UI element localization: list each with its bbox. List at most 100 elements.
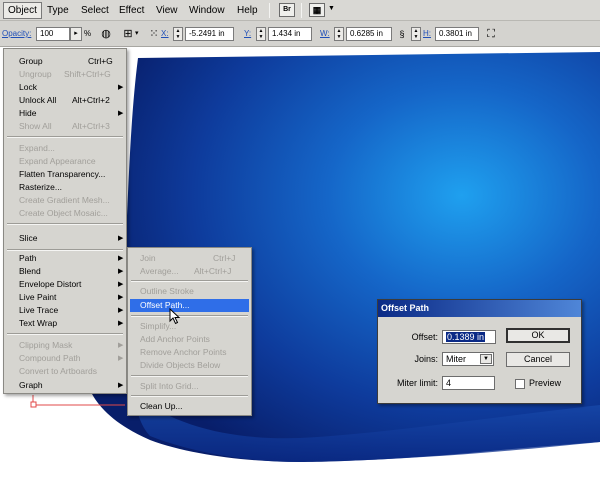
transform-reference-icon[interactable]: ⊞ [121,27,135,41]
offset-path-dialog: Offset Path Offset: 0.1389 in Joins: Mit… [377,299,582,404]
menu-separator [131,315,248,317]
menu-item-show-all[interactable]: Show All Alt+Ctrl+3 [4,120,126,133]
menu-item-simplify[interactable]: Simplify... [128,320,251,333]
menu-item-live-paint[interactable]: Live Paint ▶ [4,291,126,304]
ok-button[interactable]: OK [506,328,570,343]
opacity-input[interactable]: 100 [36,27,70,41]
opacity-label[interactable]: Opacity: [2,29,31,38]
menu-item-outline-stroke[interactable]: Outline Stroke [128,285,251,298]
menu-item-create-gradient-mesh[interactable]: Create Gradient Mesh... [4,194,126,207]
menu-item-compound-path[interactable]: Compound Path ▶ [4,352,126,365]
reference-point-icon[interactable]: ⁙ [147,27,161,41]
menu-separator [7,333,123,335]
menu-item-join[interactable]: Join Ctrl+J [128,252,251,265]
menu-item-label: Envelope Distort [19,279,82,289]
menu-item-label: Compound Path [19,353,81,363]
selection-handle[interactable] [30,401,37,408]
menu-type[interactable]: Type [43,2,73,19]
menu-item-remove-anchor-points[interactable]: Remove Anchor Points [128,346,251,359]
path-submenu: Join Ctrl+J Average... Alt+Ctrl+J Outline … [127,247,252,416]
menubar-separator [269,3,270,18]
opacity-dropdown-button[interactable]: ▸ [70,27,82,41]
arrange-documents-icon[interactable]: ▦ [309,3,325,17]
menu-item-offset-path[interactable]: Offset Path... [130,299,249,312]
menu-item-clean-up[interactable]: Clean Up... [128,400,251,413]
menu-item-path[interactable]: Path ▶ [4,252,126,265]
menu-item-create-object-mosaic[interactable]: Create Object Mosaic... [4,207,126,220]
menu-item-label: Text Wrap [19,318,58,328]
menu-window[interactable]: Window [185,2,229,19]
preview-checkbox[interactable] [515,379,525,389]
chevron-down-icon[interactable]: ▾ [135,29,139,37]
cancel-button[interactable]: Cancel [506,352,570,367]
menu-item-lock[interactable]: Lock ▶ [4,81,126,94]
menu-effect[interactable]: Effect [115,2,148,19]
menu-object[interactable]: Object [3,2,42,19]
submenu-arrow-icon: ▶ [118,110,124,117]
menu-item-flatten-transparency[interactable]: Flatten Transparency... [4,168,126,181]
bridge-icon[interactable]: Br [279,3,295,17]
menu-item-expand[interactable]: Expand... [4,142,126,155]
y-label[interactable]: Y: [244,29,251,38]
menu-item-graph[interactable]: Graph ▶ [4,379,126,392]
offset-input[interactable]: 0.1389 in [442,330,496,344]
w-stepper[interactable]: ▲ ▼ [334,27,344,41]
menu-view[interactable]: View [152,2,182,19]
joins-select[interactable]: Miter ▼ [442,352,494,366]
x-input[interactable]: -5.2491 in [185,27,234,41]
transform-icon[interactable]: ⛶ [484,27,498,41]
offset-label: Offset: [411,332,438,342]
menu-item-slice[interactable]: Slice ▶ [4,232,126,245]
recolor-artwork-icon[interactable]: ◍ [99,27,113,41]
joins-value: Miter [446,354,466,364]
y-input[interactable]: 1.434 in [268,27,312,41]
menu-item-add-anchor-points[interactable]: Add Anchor Points [128,333,251,346]
dialog-title[interactable]: Offset Path [378,300,581,317]
submenu-arrow-icon: ▶ [118,355,124,362]
x-stepper[interactable]: ▲ ▼ [173,27,183,41]
menu-item-label: Join [140,253,156,263]
menu-item-divide-objects-below[interactable]: Divide Objects Below [128,359,251,372]
menu-item-label: Show All [19,121,52,131]
menu-item-ungroup[interactable]: Ungroup Shift+Ctrl+G [4,68,126,81]
menu-item-unlock-all[interactable]: Unlock All Alt+Ctrl+2 [4,94,126,107]
menu-item-shortcut: Alt+Ctrl+J [194,266,232,276]
menu-item-label: Group [19,56,43,66]
menu-item-label: Blend [19,266,41,276]
menu-item-split-into-grid[interactable]: Split Into Grid... [128,380,251,393]
menu-item-shortcut: Alt+Ctrl+2 [72,95,110,105]
menu-help[interactable]: Help [233,2,262,19]
menu-item-text-wrap[interactable]: Text Wrap ▶ [4,317,126,330]
x-label[interactable]: X: [161,29,169,38]
menu-item-label: Live Trace [19,305,59,315]
menu-separator [131,375,248,377]
menu-item-envelope-distort[interactable]: Envelope Distort ▶ [4,278,126,291]
mouse-pointer-icon [169,308,181,325]
menu-item-blend[interactable]: Blend ▶ [4,265,126,278]
menu-item-clipping-mask[interactable]: Clipping Mask ▶ [4,339,126,352]
submenu-arrow-icon: ▶ [118,268,124,275]
submenu-arrow-icon: ▶ [118,294,124,301]
constrain-proportions-icon[interactable]: § [395,27,409,41]
submenu-arrow-icon: ▶ [118,342,124,349]
menu-item-expand-appearance[interactable]: Expand Appearance [4,155,126,168]
menu-select[interactable]: Select [77,2,113,19]
miter-limit-label: Miter limit: [397,378,438,388]
chevron-down-icon[interactable]: ▼ [328,5,335,12]
w-input[interactable]: 0.6285 in [346,27,392,41]
menu-separator [7,223,123,225]
submenu-arrow-icon: ▶ [118,320,124,327]
y-stepper[interactable]: ▲ ▼ [256,27,266,41]
menu-item-group[interactable]: Group Ctrl+G [4,55,126,68]
h-input[interactable]: 0.3801 in [435,27,479,41]
h-stepper-left[interactable]: ▲ ▼ [411,27,421,41]
chevron-down-icon[interactable]: ▼ [480,354,492,364]
w-label[interactable]: W: [320,29,330,38]
miter-limit-input[interactable]: 4 [442,376,495,390]
menu-item-label: Average... [140,266,179,276]
menu-item-rasterize[interactable]: Rasterize... [4,181,126,194]
menu-item-convert-to-artboards[interactable]: Convert to Artboards [4,365,126,378]
menu-item-hide[interactable]: Hide ▶ [4,107,126,120]
menu-item-average[interactable]: Average... Alt+Ctrl+J [128,265,251,278]
menu-item-live-trace[interactable]: Live Trace ▶ [4,304,126,317]
